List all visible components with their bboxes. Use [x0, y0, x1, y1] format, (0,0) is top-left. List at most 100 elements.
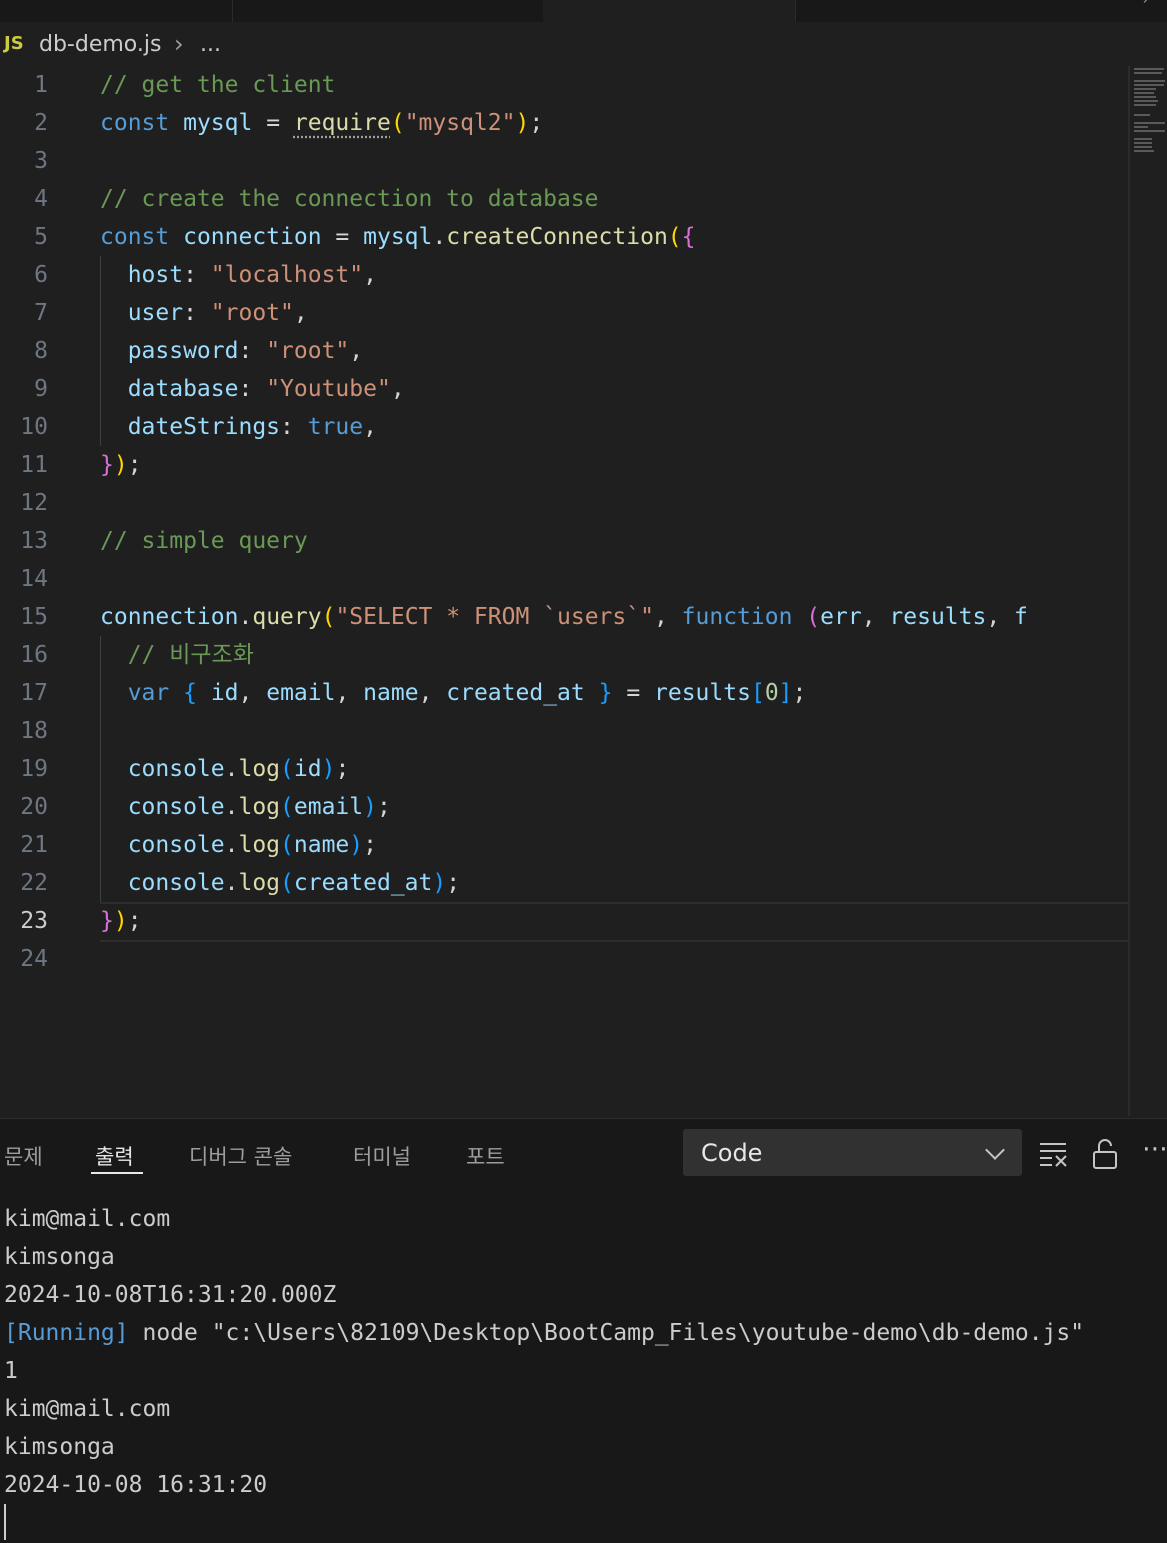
minimap-line: [1134, 92, 1154, 94]
tab-ports[interactable]: 포트: [466, 1141, 505, 1171]
code-line[interactable]: var { id, email, name, created_at } = re…: [100, 674, 807, 712]
code-line[interactable]: dateStrings: true,: [100, 408, 377, 446]
code-line[interactable]: // 비구조화: [100, 636, 254, 674]
output-line: [Running] node "c:\Users\82109\Desktop\B…: [4, 1314, 1084, 1352]
code-token: (: [667, 224, 682, 250]
output-line: kim@mail.com: [4, 1200, 170, 1238]
tab-problems[interactable]: 문제: [4, 1141, 43, 1171]
code-line[interactable]: password: "root",: [100, 332, 363, 370]
output-text: 2024-10-08 16:31:20: [4, 1472, 268, 1498]
code-token: "SELECT * FROM `users`": [335, 604, 654, 630]
code-line[interactable]: console.log(email);: [100, 788, 391, 826]
tab-debug-console[interactable]: 디버그 콘솔: [189, 1141, 292, 1171]
breadcrumb-more[interactable]: ...: [200, 32, 221, 57]
code-line[interactable]: const mysql = require("mysql2");: [100, 104, 543, 142]
code-line[interactable]: const connection = mysql.createConnectio…: [100, 218, 696, 256]
code-token: console: [100, 832, 225, 858]
code-token: ): [113, 452, 128, 478]
minimap-line: [1134, 114, 1150, 116]
chevron-right-icon: ›: [174, 30, 184, 58]
code-line[interactable]: console.log(name);: [100, 826, 377, 864]
tab-close-icon[interactable]: [1143, 0, 1157, 6]
code-token: (: [280, 756, 294, 782]
code-token: ;: [792, 680, 807, 706]
code-line[interactable]: });: [100, 902, 142, 940]
editor-tab[interactable]: [232, 0, 544, 22]
code-line[interactable]: // get the client: [100, 66, 335, 104]
code-token: log: [238, 870, 281, 896]
code-token: ,: [363, 262, 377, 288]
code-line[interactable]: database: "Youtube",: [100, 370, 405, 408]
minimap-line: [1134, 68, 1164, 70]
minimap-line: [1134, 100, 1158, 102]
breadcrumb-file[interactable]: db-demo.js: [39, 32, 161, 57]
code-token: =: [612, 680, 655, 706]
output-text: node "c:\Users\82109\Desktop\BootCamp_Fi…: [128, 1320, 1085, 1346]
more-actions-icon[interactable]: ⋯: [1142, 1134, 1167, 1164]
code-token: :: [238, 376, 267, 402]
code-line[interactable]: connection.query("SELECT * FROM `users`"…: [100, 598, 1028, 636]
output-panel[interactable]: 1 kim@mail.com kimsonga 2024-10-08T16:31:2…: [0, 1188, 1167, 1543]
code-line[interactable]: user: "root",: [100, 294, 308, 332]
code-token: connection: [183, 224, 322, 250]
code-token: database: [100, 376, 239, 402]
minimap-line: [1134, 72, 1162, 74]
editor-scrollbar[interactable]: [1128, 66, 1130, 1116]
breadcrumb: JS db-demo.js › ...: [0, 22, 1167, 68]
line-number: 11: [20, 452, 48, 478]
line-number: 16: [20, 642, 48, 668]
code-token: ,: [363, 414, 377, 440]
code-line[interactable]: host: "localhost",: [100, 256, 377, 294]
line-number: 10: [20, 414, 48, 440]
code-token: ;: [127, 452, 142, 478]
code-token: console: [100, 756, 225, 782]
code-token: ): [515, 110, 530, 136]
code-token: // create the connection to database: [100, 186, 599, 212]
code-line[interactable]: // simple query: [100, 522, 308, 560]
code-editor[interactable]: 1 2 3 4 5 6 7 8 9 10 11 12 13 14 15 16 17 18 19 20 21 22 23 24 …: [0, 66, 1128, 1116]
output-line: kim@mail.com: [4, 1390, 170, 1428]
code-token: =: [321, 224, 364, 250]
code-token: // simple query: [100, 528, 308, 554]
tab-output[interactable]: 출력: [95, 1141, 134, 1171]
code-line[interactable]: console.log(created_at);: [100, 864, 460, 902]
code-token: log: [238, 832, 281, 858]
code-token: ): [321, 756, 336, 782]
line-number: 3: [34, 148, 48, 174]
code-token: log: [238, 794, 281, 820]
line-number: 19: [20, 756, 48, 782]
code-line[interactable]: console.log(id);: [100, 750, 350, 788]
lock-icon[interactable]: [1091, 1138, 1119, 1170]
editor-tab[interactable]: [0, 0, 233, 22]
clear-output-icon[interactable]: [1038, 1138, 1068, 1168]
code-token: ,: [418, 680, 447, 706]
output-line: 1: [4, 1352, 18, 1390]
output-text: kimsonga: [4, 1244, 115, 1270]
code-token: .: [224, 756, 239, 782]
code-token: function: [681, 604, 793, 630]
line-number: 13: [20, 528, 48, 554]
code-line[interactable]: });: [100, 446, 142, 484]
editor-tab-active[interactable]: [543, 0, 796, 22]
javascript-file-icon: JS: [4, 33, 24, 54]
code-token: true: [307, 414, 364, 440]
code-line[interactable]: // create the connection to database: [100, 180, 599, 218]
minimap-line: [1134, 80, 1165, 82]
code-token: const: [100, 110, 184, 136]
minimap[interactable]: [1134, 66, 1167, 166]
code-token: createConnection: [446, 224, 668, 250]
tab-terminal[interactable]: 터미널: [353, 1141, 411, 1171]
code-token: dateStrings: [100, 414, 281, 440]
output-text: kimsonga: [4, 1434, 115, 1460]
line-number: 22: [20, 870, 48, 896]
line-number: 5: [34, 224, 48, 250]
text-cursor: [4, 1504, 6, 1540]
code-token: "root": [210, 300, 294, 326]
code-token: 0: [764, 680, 779, 706]
code-token: ): [349, 832, 364, 858]
code-token: :: [238, 338, 267, 364]
output-channel-select[interactable]: Code: [683, 1129, 1022, 1176]
code-token: (: [280, 870, 294, 896]
code-token: require: [293, 110, 391, 136]
